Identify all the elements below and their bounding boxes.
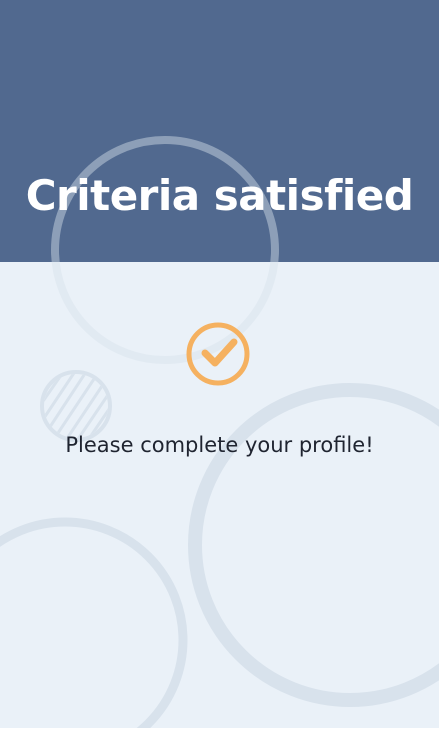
decor-ring-bottom-left [0, 517, 188, 728]
status-message: Please complete your profile! [65, 433, 374, 457]
checkmark-circle-icon [186, 322, 250, 386]
page-title: Criteria satisfied [25, 171, 414, 220]
criteria-satisfied-screen: Criteria satisfied Please complete your … [0, 0, 439, 728]
